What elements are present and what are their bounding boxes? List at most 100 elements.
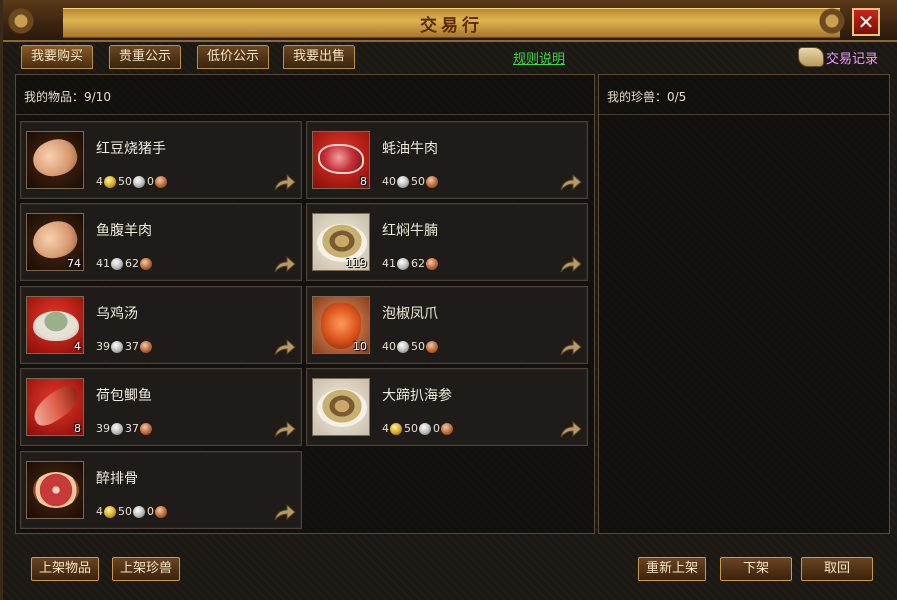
rules-link[interactable]: 规则说明 <box>513 48 565 67</box>
item-price: 4 50 0 <box>382 422 455 435</box>
copper-amount: 0 <box>433 422 440 435</box>
item-quantity: 8 <box>360 175 367 188</box>
silver-coin-icon <box>397 175 409 188</box>
copper-amount: 0 <box>147 175 154 188</box>
silver-amount: 40 <box>382 340 396 353</box>
item-card[interactable]: 8 荷包鲫鱼 39 37 <box>20 368 302 446</box>
corner-ornament-right-icon <box>790 2 850 40</box>
list-pet-button[interactable]: 上架珍兽 <box>112 557 181 581</box>
tab-buy[interactable]: 我要购买 <box>21 45 94 69</box>
item-quantity: 8 <box>74 422 81 435</box>
mutton-icon: 74 <box>26 213 84 271</box>
tab-valuable-notice[interactable]: 贵重公示 <box>109 45 182 69</box>
list-arrow-icon[interactable] <box>273 254 297 274</box>
item-card[interactable]: 红豆烧猪手 4 50 0 <box>20 121 302 199</box>
list-arrow-icon[interactable] <box>559 254 583 274</box>
close-button[interactable]: ✕ <box>852 8 880 36</box>
tab-sell[interactable]: 我要出售 <box>283 45 356 69</box>
list-arrow-icon[interactable] <box>559 172 583 192</box>
item-price: 39 37 <box>96 340 154 353</box>
copper-amount: 0 <box>147 505 154 518</box>
copper-amount: 50 <box>411 340 425 353</box>
scroll-icon <box>798 47 824 67</box>
silver-amount: 50 <box>118 505 132 518</box>
item-name: 红焖牛腩 <box>382 223 438 239</box>
silver-coin-icon <box>111 422 123 435</box>
item-price: 39 37 <box>96 422 154 435</box>
copper-amount: 37 <box>125 340 139 353</box>
gold-amount: 4 <box>96 505 103 518</box>
braised-pork-icon <box>26 131 84 189</box>
gold-coin-icon <box>104 175 116 188</box>
item-card[interactable]: 大蹄扒海参 4 50 0 <box>306 368 588 446</box>
item-price: 4 50 0 <box>96 175 169 188</box>
silver-amount: 40 <box>382 175 396 188</box>
item-price: 41 62 <box>382 257 440 270</box>
item-quantity: 74 <box>67 257 81 270</box>
sea-cucumber-icon <box>312 378 370 436</box>
gold-coin-icon <box>390 422 402 435</box>
copper-coin-icon <box>426 257 438 270</box>
chicken-soup-icon: 4 <box>26 296 84 354</box>
silver-amount: 50 <box>118 175 132 188</box>
item-name: 蚝油牛肉 <box>382 141 438 157</box>
trade-record-label: 交易记录 <box>826 51 879 67</box>
item-name: 荷包鲫鱼 <box>96 388 152 404</box>
ribs-icon <box>26 461 84 519</box>
item-card[interactable]: 4 乌鸡汤 39 37 <box>20 286 302 364</box>
copper-amount: 62 <box>411 257 425 270</box>
delist-button[interactable]: 下架 <box>720 557 792 581</box>
item-name: 乌鸡汤 <box>96 306 138 322</box>
item-quantity: 119 <box>346 257 367 270</box>
item-price: 40 50 <box>382 175 440 188</box>
item-quantity: 10 <box>353 340 367 353</box>
item-card[interactable]: 醉排骨 4 50 0 <box>20 451 302 529</box>
silver-amount: 39 <box>96 422 110 435</box>
silver-coin-icon <box>111 340 123 353</box>
item-card[interactable]: 8 蚝油牛肉 40 50 <box>306 121 588 199</box>
my-pets-panel: 我的珍兽：0/5 <box>598 74 890 534</box>
copper-amount: 50 <box>411 175 425 188</box>
item-name: 醉排骨 <box>96 471 138 487</box>
braised-beef-icon: 119 <box>312 213 370 271</box>
fish-icon: 8 <box>26 378 84 436</box>
list-arrow-icon[interactable] <box>273 337 297 357</box>
list-arrow-icon[interactable] <box>559 337 583 357</box>
silver-amount: 39 <box>96 340 110 353</box>
copper-amount: 62 <box>125 257 139 270</box>
title-bar: 交易行 ✕ <box>3 0 897 42</box>
gold-amount: 4 <box>382 422 389 435</box>
item-name: 大蹄扒海参 <box>382 388 452 404</box>
copper-coin-icon <box>155 175 167 188</box>
relist-button[interactable]: 重新上架 <box>638 557 707 581</box>
silver-amount: 41 <box>96 257 110 270</box>
item-card[interactable]: 10 泡椒凤爪 40 50 <box>306 286 588 364</box>
copper-coin-icon <box>140 422 152 435</box>
list-arrow-icon[interactable] <box>273 172 297 192</box>
beef-icon: 8 <box>312 131 370 189</box>
tab-low-price-notice[interactable]: 低价公示 <box>197 45 270 69</box>
copper-amount: 37 <box>125 422 139 435</box>
list-arrow-icon[interactable] <box>273 419 297 439</box>
list-item-button[interactable]: 上架物品 <box>31 557 100 581</box>
copper-coin-icon <box>155 505 167 518</box>
item-name: 红豆烧猪手 <box>96 141 166 157</box>
item-name: 鱼腹羊肉 <box>96 223 152 239</box>
copper-coin-icon <box>426 340 438 353</box>
my-items-header: 我的物品：9/10 <box>16 75 594 115</box>
copper-coin-icon <box>140 340 152 353</box>
copper-coin-icon <box>140 257 152 270</box>
chicken-feet-icon: 10 <box>312 296 370 354</box>
gold-amount: 4 <box>96 175 103 188</box>
retrieve-button[interactable]: 取回 <box>801 557 873 581</box>
list-arrow-icon[interactable] <box>559 419 583 439</box>
item-card[interactable]: 119 红焖牛腩 41 62 <box>306 203 588 281</box>
trade-record-button[interactable]: 交易记录 <box>798 44 878 70</box>
item-card[interactable]: 74 鱼腹羊肉 41 62 <box>20 203 302 281</box>
copper-coin-icon <box>426 175 438 188</box>
item-quantity: 4 <box>74 340 81 353</box>
list-arrow-icon[interactable] <box>273 502 297 522</box>
item-price: 40 50 <box>382 340 440 353</box>
copper-coin-icon <box>441 422 453 435</box>
silver-coin-icon <box>133 175 145 188</box>
